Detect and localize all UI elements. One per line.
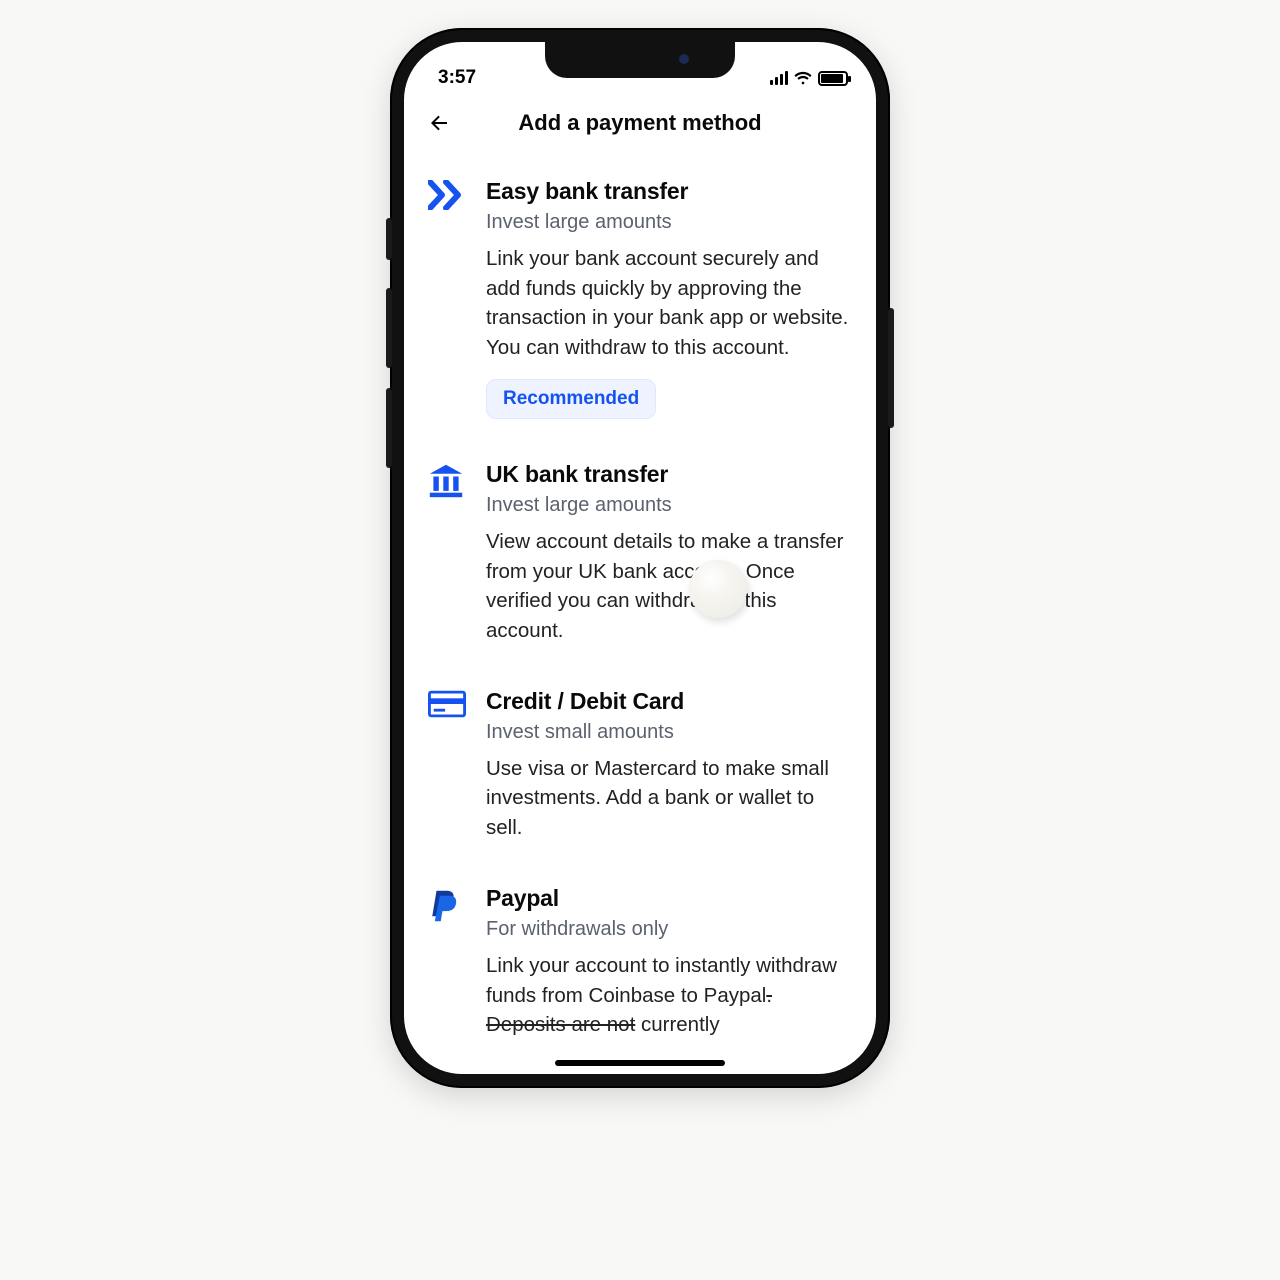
phone-screen: 3:57 Add a payment method [404,42,876,1074]
method-title: Credit / Debit Card [486,688,852,715]
card-icon [428,688,468,843]
phone-side-button [386,388,392,468]
recommended-badge: Recommended [486,379,656,419]
touch-indicator [689,560,747,618]
phone-side-button [386,288,392,368]
payment-method-card[interactable]: Credit / Debit Card Invest small amounts… [428,670,852,867]
cellular-icon [770,71,788,85]
method-title: Paypal [486,885,852,912]
method-title: Easy bank transfer [486,178,852,205]
method-subtitle: Invest small amounts [486,721,852,744]
phone-notch [545,42,735,78]
method-subtitle: Invest large amounts [486,211,852,234]
battery-icon [818,71,848,86]
method-description: Link your bank account securely and add … [486,244,852,363]
payment-method-easy-bank[interactable]: Easy bank transfer Invest large amounts … [428,160,852,443]
method-description: Use visa or Mastercard to make small inv… [486,754,852,843]
payment-method-paypal[interactable]: Paypal For withdrawals only Link your ac… [428,867,852,1064]
method-description: View account details to make a transfer … [486,527,852,646]
content-scroll[interactable]: Easy bank transfer Invest large amounts … [404,150,876,1074]
method-title: UK bank transfer [486,461,852,488]
status-time: 3:57 [438,67,476,89]
page-title: Add a payment method [426,110,854,136]
phone-frame: 3:57 Add a payment method [390,28,890,1088]
method-subtitle: Invest large amounts [486,494,852,517]
phone-side-button [888,308,894,428]
payment-method-uk-bank[interactable]: UK bank transfer Invest large amounts Vi… [428,443,852,670]
nav-bar: Add a payment method [404,100,876,150]
bank-icon [428,461,468,646]
method-description: Link your account to instantly withdraw … [486,951,852,1040]
home-indicator[interactable] [555,1060,725,1066]
wifi-icon [794,71,812,85]
double-chevron-icon [428,178,468,419]
method-subtitle: For withdrawals only [486,918,852,941]
paypal-icon [428,885,468,1040]
phone-side-button [386,218,392,260]
